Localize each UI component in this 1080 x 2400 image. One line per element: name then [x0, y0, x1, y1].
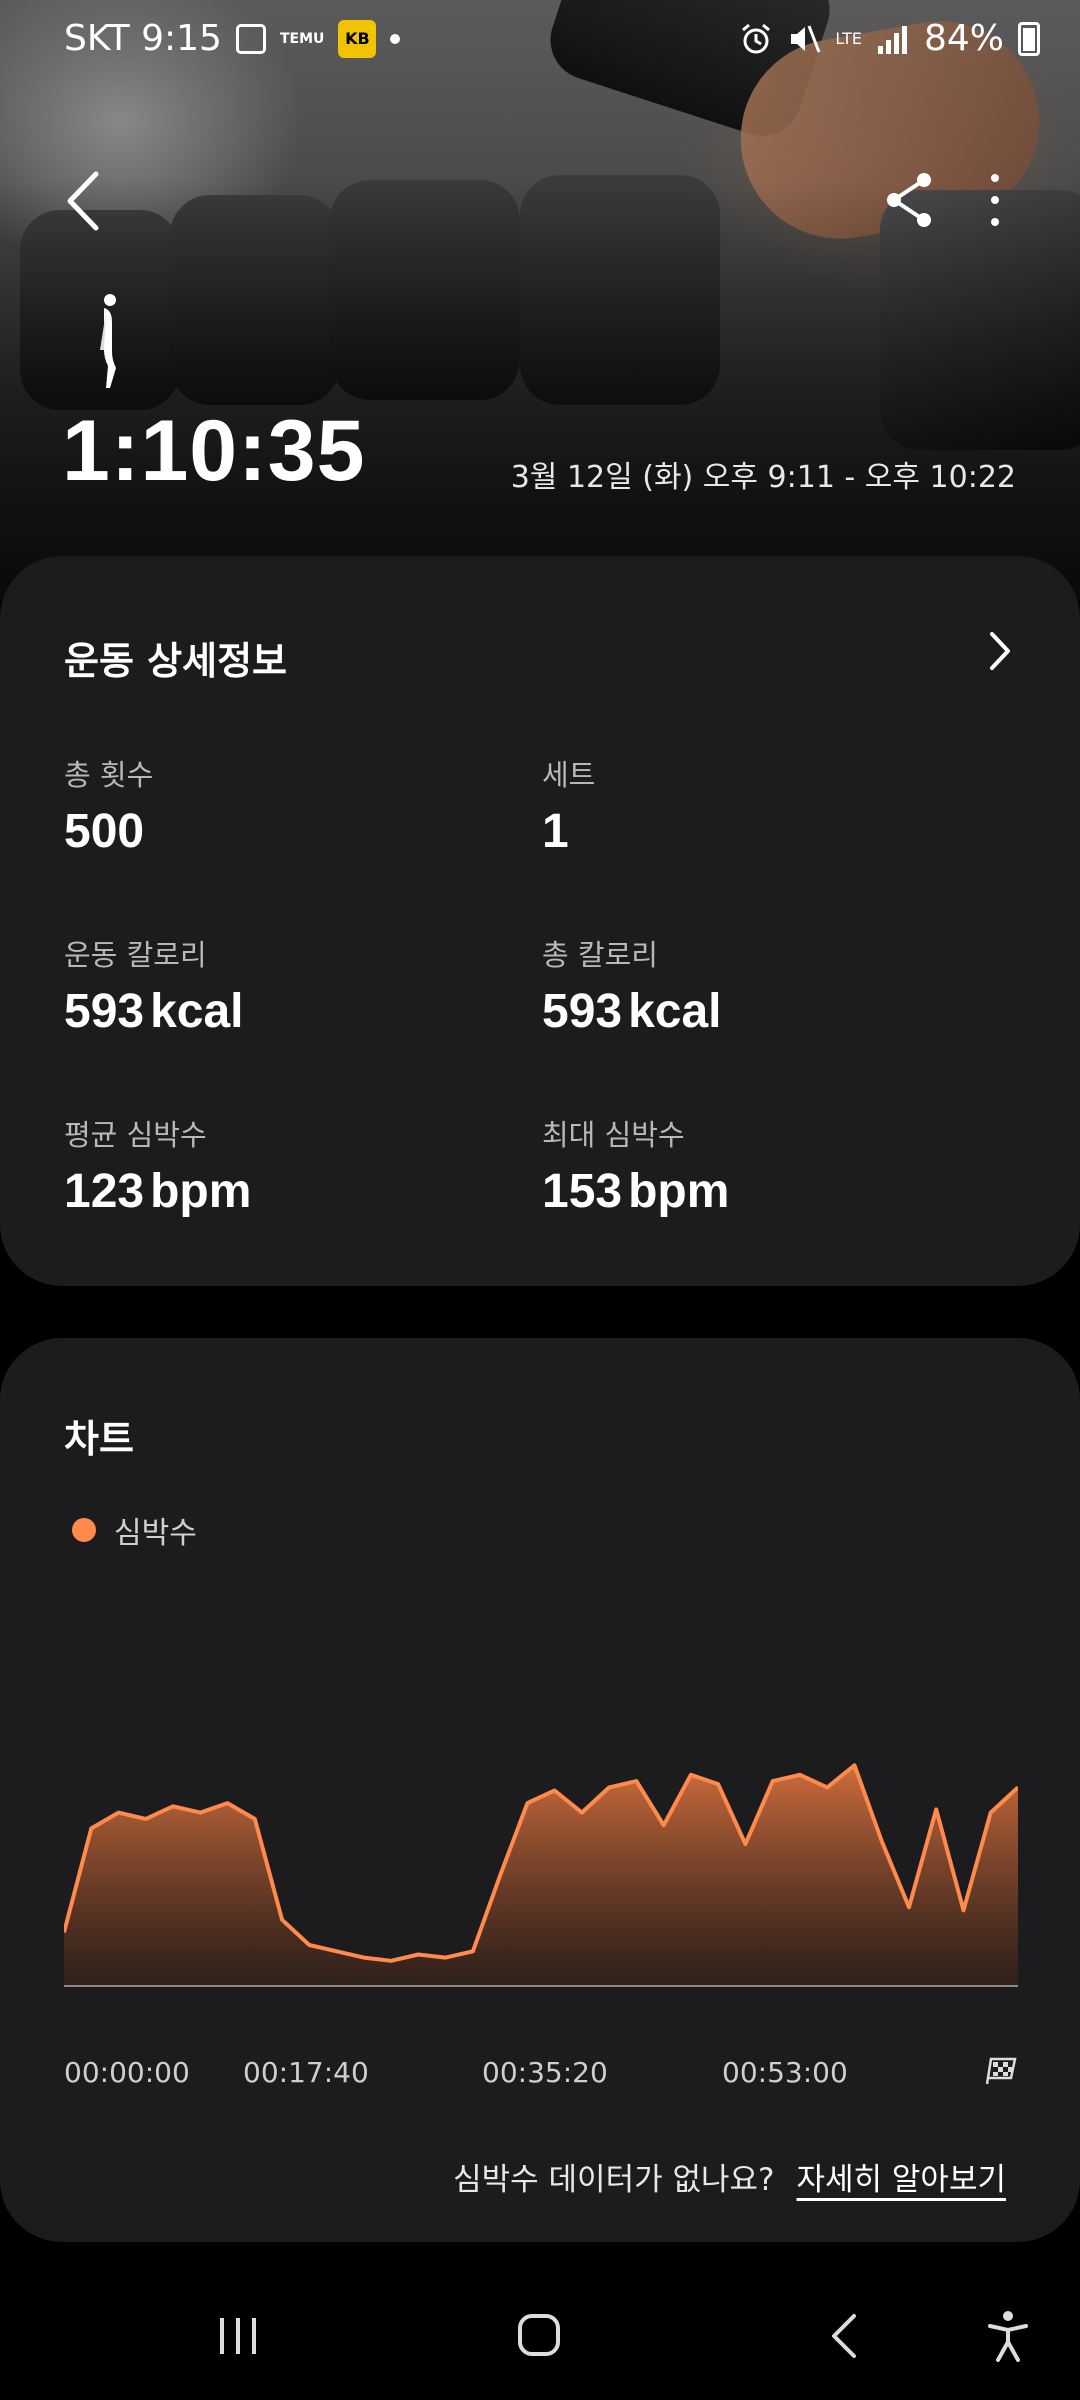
dot-icon [991, 174, 999, 182]
nav-back-button[interactable] [826, 2312, 862, 2360]
more-options-button[interactable] [980, 168, 1010, 232]
chart-title: 차트 [64, 1417, 134, 1461]
workout-details-card[interactable]: 운동 상세정보 총 횟수 500 세트 1 운동 칼로리 593 kcal 총 칼… [0, 556, 1080, 1286]
stat-label: 총 칼로리 [542, 938, 658, 972]
mute-icon [791, 24, 821, 53]
stat-total-reps: 총 횟수 500 [64, 752, 153, 859]
workout-duration: 1:10:35 [62, 403, 366, 499]
more-notifications-icon [390, 33, 401, 44]
details-title: 운동 상세정보 [64, 639, 287, 683]
hero-header: SKT 9:15 TEMU KB LTE 84% 1:10:35 3월 12일 … [0, 0, 1080, 600]
stat-number: 593 [64, 985, 145, 1038]
stat-sets: 세트 1 [542, 752, 595, 859]
stat-label: 총 횟수 [64, 758, 154, 792]
kb-notification-icon: KB [338, 19, 377, 58]
stat-value: 593 kcal [64, 984, 244, 1039]
stat-value: 123 bpm [64, 1164, 251, 1219]
stat-value: 593 kcal [542, 984, 722, 1039]
status-carrier-time: SKT 9:15 [64, 18, 222, 59]
dot-icon [991, 196, 999, 204]
battery-charging-icon [1018, 21, 1040, 56]
share-button[interactable] [880, 168, 940, 232]
system-nav-bar [0, 2290, 1080, 2400]
signal-icon [877, 25, 907, 54]
stat-unit: kcal [628, 985, 722, 1038]
recent-apps-button[interactable] [216, 2314, 260, 2358]
temu-notification-icon: TEMU [279, 30, 325, 47]
battery-percent: 84% [923, 18, 1004, 59]
chart-legend: 심박수 [72, 1508, 197, 1552]
stat-value: 500 [64, 804, 153, 859]
x-tick-label: 00:35:20 [482, 2056, 608, 2089]
dot-icon [991, 218, 999, 226]
back-button[interactable] [56, 166, 116, 236]
stat-unit: bpm [628, 1165, 730, 1218]
stat-number: 500 [64, 805, 145, 858]
stat-label: 평균 심박수 [64, 1118, 207, 1152]
stat-label: 세트 [542, 758, 596, 792]
stat-number: 123 [64, 1165, 145, 1218]
legend-label: 심박수 [114, 1516, 197, 1551]
chart-card: 차트 심박수 00:00:00 00:17:40 00:35:20 00:53:… [0, 1338, 1080, 2242]
stat-number: 593 [542, 985, 623, 1038]
stat-workout-calories: 운동 칼로리 593 kcal [64, 932, 244, 1039]
alarm-icon [742, 23, 771, 53]
help-question: 심박수 데이터가 없나요? [453, 2162, 775, 2198]
stat-number: 153 [542, 1165, 623, 1218]
home-button[interactable] [516, 2312, 562, 2358]
x-tick-label: 00:53:00 [722, 2056, 848, 2089]
stat-unit: bpm [150, 1165, 252, 1218]
accessibility-icon[interactable] [986, 2310, 1030, 2362]
finish-flag-icon [985, 2057, 1017, 2085]
x-tick-label: 00:17:40 [243, 2056, 369, 2089]
heart-rate-chart[interactable] [64, 1718, 1018, 1988]
hero-scrim [0, 0, 1080, 600]
legend-dot-icon [72, 1518, 96, 1542]
stat-value: 153 bpm [542, 1164, 729, 1219]
x-tick-label: 00:00:00 [64, 2056, 190, 2089]
stat-max-heart-rate: 최대 심박수 153 bpm [542, 1112, 729, 1219]
lte-indicator: LTE [835, 28, 862, 48]
gallery-notification-icon [235, 23, 266, 54]
stat-total-calories: 총 칼로리 593 kcal [542, 932, 722, 1039]
stat-value: 1 [542, 804, 595, 859]
workout-type-icon [100, 294, 116, 388]
workout-date-range: 3월 12일 (화) 오후 9:11 - 오후 10:22 [510, 460, 1016, 495]
stat-number: 1 [542, 805, 569, 858]
heart-rate-help: 심박수 데이터가 없나요? 자세히 알아보기 [453, 2154, 1006, 2199]
stat-label: 최대 심박수 [542, 1118, 685, 1152]
stat-label: 운동 칼로리 [64, 938, 207, 972]
status-bar: SKT 9:15 TEMU KB LTE 84% [0, 0, 1080, 86]
learn-more-link[interactable]: 자세히 알아보기 [797, 2154, 1007, 2199]
chevron-right-icon[interactable] [980, 628, 1020, 674]
stat-unit: kcal [150, 985, 244, 1038]
stat-avg-heart-rate: 평균 심박수 123 bpm [64, 1112, 251, 1219]
